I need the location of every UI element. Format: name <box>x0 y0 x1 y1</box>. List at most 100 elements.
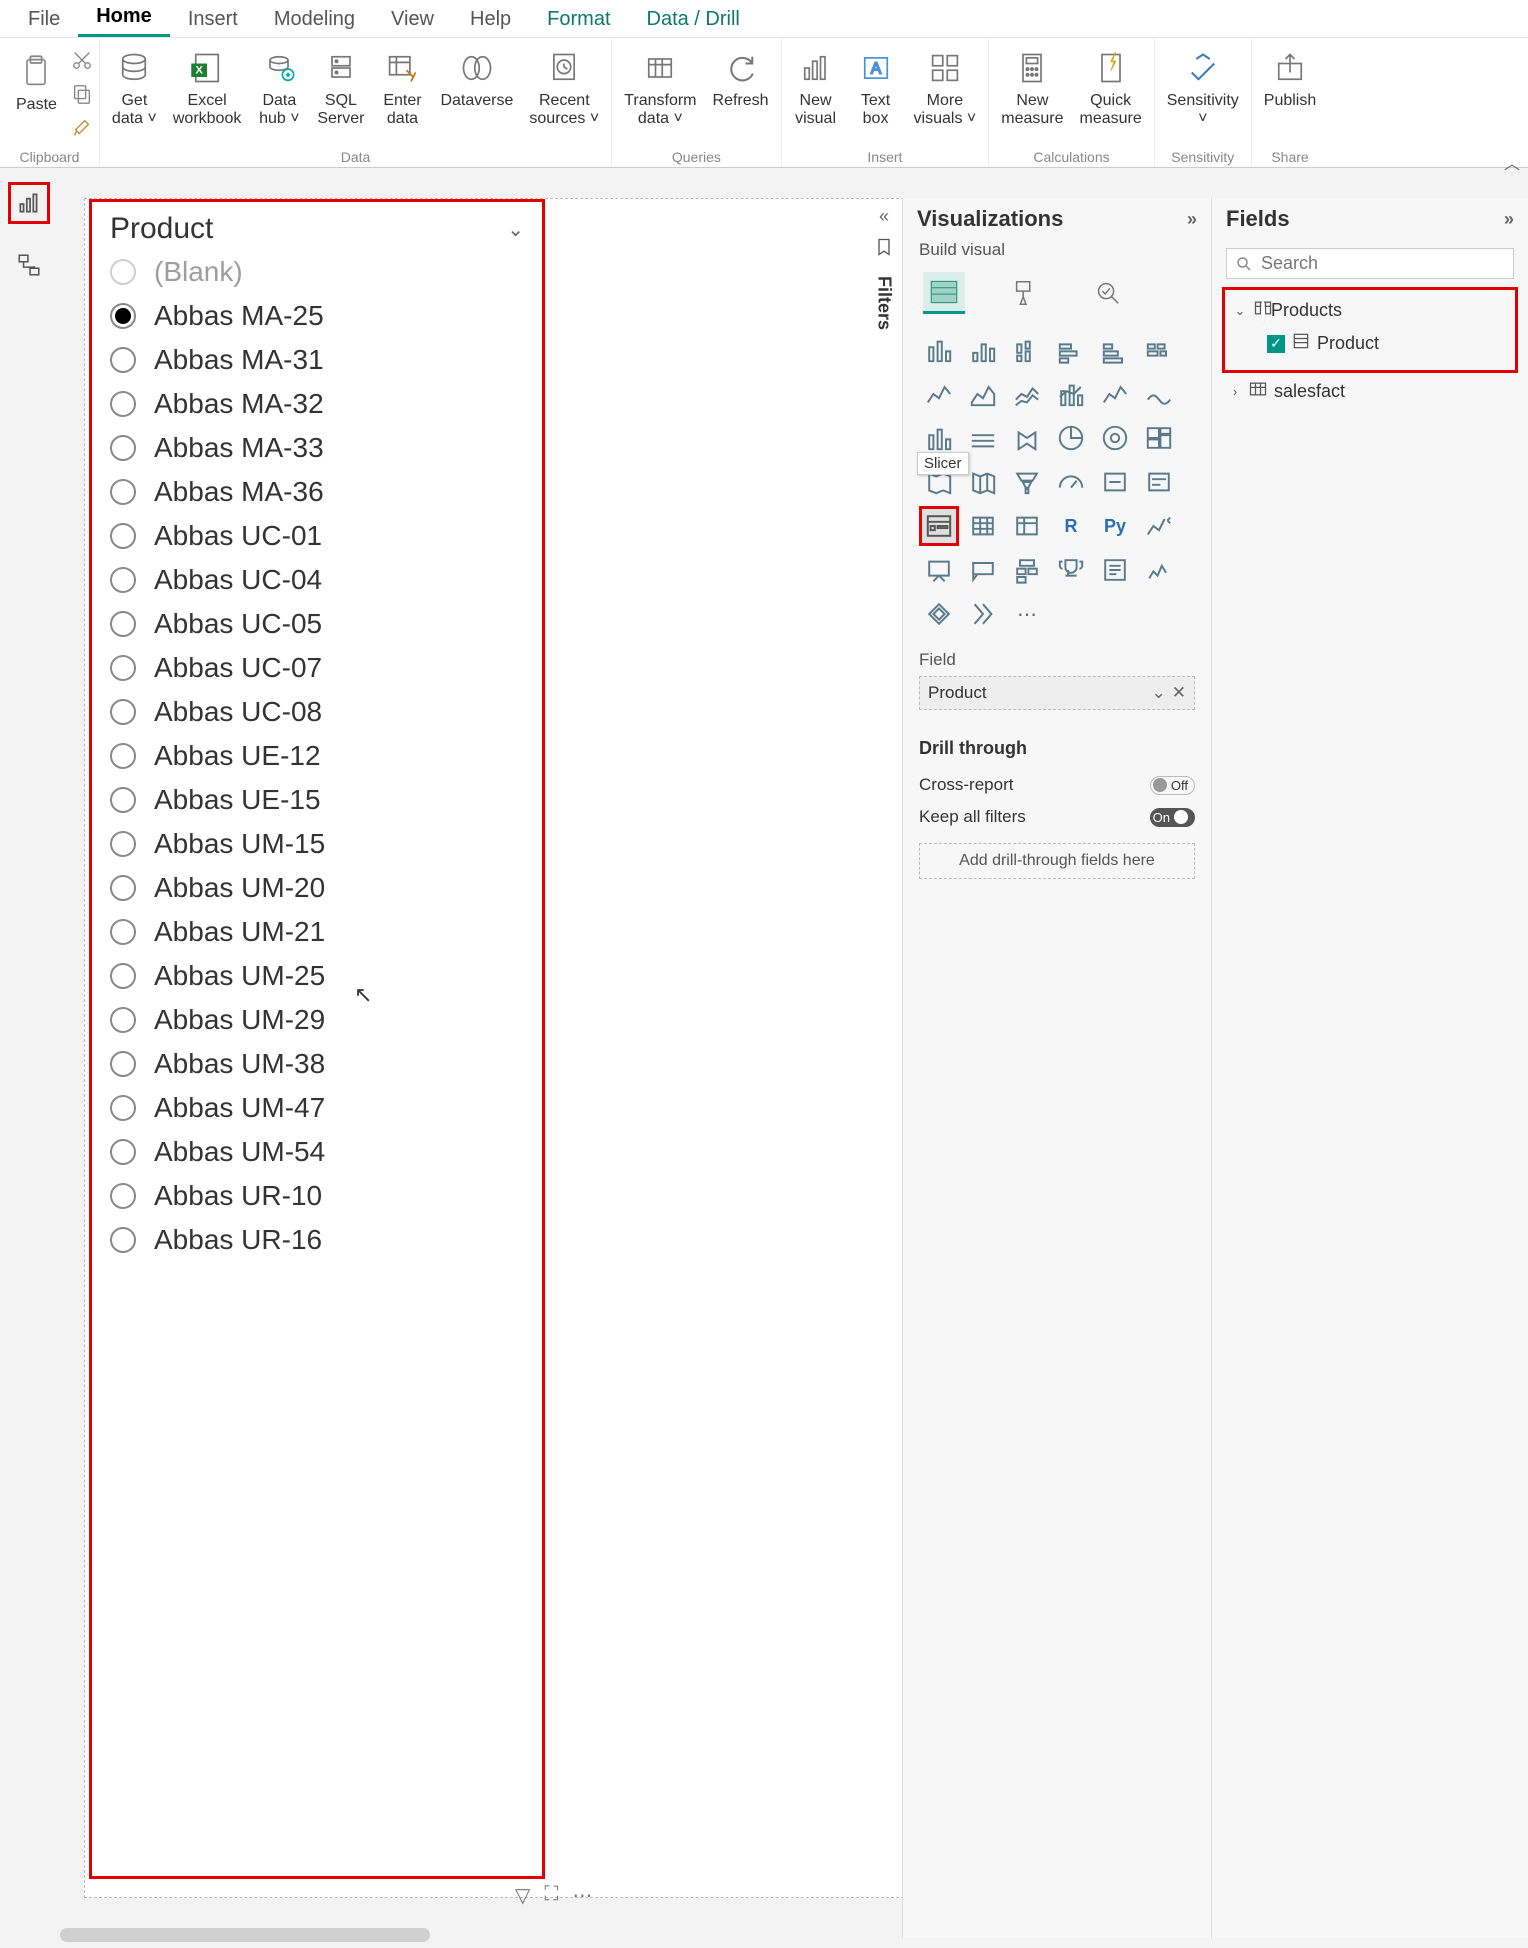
viz-type-2[interactable] <box>1007 330 1047 370</box>
tab-help[interactable]: Help <box>452 0 529 37</box>
sensitivity-button[interactable]: Sensitivity ˅ <box>1159 44 1247 147</box>
remove-field-icon[interactable]: ✕ <box>1172 683 1186 703</box>
transform-data-button[interactable]: Transform data ˅ <box>616 44 704 147</box>
new-measure-button[interactable]: New measure <box>993 44 1071 147</box>
filters-pane-collapsed[interactable]: « Filters <box>866 198 902 330</box>
format-painter-icon[interactable] <box>71 117 93 142</box>
cut-icon[interactable] <box>71 49 93 74</box>
slicer-item[interactable]: Abbas UM-54 <box>110 1130 538 1174</box>
viz-type-37[interactable] <box>963 594 1003 634</box>
fields-search[interactable]: Search <box>1226 248 1514 279</box>
slicer-item[interactable]: Abbas UM-21 <box>110 910 538 954</box>
collapse-pane-icon[interactable]: » <box>1187 209 1197 230</box>
viz-type-13[interactable] <box>963 418 1003 458</box>
drill-through-dropzone[interactable]: Add drill-through fields here <box>919 843 1195 879</box>
slicer-item[interactable]: Abbas UE-15 <box>110 778 538 822</box>
radio-icon[interactable] <box>110 699 136 725</box>
slicer-item[interactable]: Abbas MA-33 <box>110 426 538 470</box>
slicer-item[interactable]: Abbas UC-07 <box>110 646 538 690</box>
viz-type-17[interactable] <box>1139 418 1179 458</box>
focus-mode-icon[interactable]: ⛶ <box>544 1883 558 1908</box>
slicer-item[interactable]: Abbas UM-38 <box>110 1042 538 1086</box>
slicer-item[interactable]: Abbas UM-47 <box>110 1086 538 1130</box>
viz-type-26[interactable] <box>1007 506 1047 546</box>
radio-icon[interactable] <box>110 963 136 989</box>
slicer-item[interactable]: Abbas MA-32 <box>110 382 538 426</box>
get-data-button[interactable]: Get data ˅ <box>104 44 165 147</box>
report-view-button[interactable] <box>8 182 50 224</box>
slicer-item[interactable]: Abbas UC-01 <box>110 514 538 558</box>
filter-icon[interactable]: ▽ <box>515 1883 530 1908</box>
radio-icon[interactable] <box>110 1007 136 1033</box>
expand-left-icon[interactable]: « <box>879 206 889 227</box>
slicer-visual[interactable]: Product ⌄ (Blank)Abbas MA-25Abbas MA-31A… <box>89 199 545 1879</box>
radio-icon[interactable] <box>110 743 136 769</box>
tab-home[interactable]: Home <box>78 0 170 37</box>
viz-type-32[interactable] <box>1007 550 1047 590</box>
radio-icon[interactable] <box>110 831 136 857</box>
build-fields-mode[interactable] <box>923 272 965 314</box>
radio-icon[interactable] <box>110 919 136 945</box>
slicer-item[interactable]: Abbas UR-10 <box>110 1174 538 1218</box>
radio-icon[interactable] <box>110 523 136 549</box>
slicer-item[interactable]: Abbas UM-29 <box>110 998 538 1042</box>
radio-icon[interactable] <box>110 435 136 461</box>
field-chip-product[interactable]: Product ⌄ ✕ <box>919 676 1195 710</box>
collapse-pane-icon[interactable]: » <box>1504 209 1514 230</box>
copy-icon[interactable] <box>71 83 93 108</box>
slicer-item[interactable]: Abbas UM-15 <box>110 822 538 866</box>
chevron-down-icon[interactable]: ⌄ <box>1152 683 1166 703</box>
radio-icon[interactable] <box>110 303 136 329</box>
cross-report-toggle[interactable]: Off <box>1150 776 1195 795</box>
recent-sources-button[interactable]: Recent sources ˅ <box>521 44 607 147</box>
radio-icon[interactable] <box>110 655 136 681</box>
viz-type-6[interactable] <box>919 374 959 414</box>
tab-view[interactable]: View <box>373 0 452 37</box>
tab-data-drill[interactable]: Data / Drill <box>629 0 758 37</box>
viz-type-23[interactable] <box>1139 462 1179 502</box>
viz-type-35[interactable] <box>1139 550 1179 590</box>
radio-icon[interactable] <box>110 1051 136 1077</box>
new-visual-button[interactable]: New visual <box>786 44 846 147</box>
viz-slicer[interactable] <box>919 506 959 546</box>
radio-icon[interactable] <box>110 1139 136 1165</box>
slicer-item[interactable]: Abbas UE-12 <box>110 734 538 778</box>
analytics-mode[interactable] <box>1087 272 1129 314</box>
data-hub-button[interactable]: Data hub ˅ <box>249 44 309 147</box>
excel-workbook-button[interactable]: XExcel workbook <box>165 44 249 147</box>
viz-type-7[interactable] <box>963 374 1003 414</box>
radio-icon[interactable] <box>110 1095 136 1121</box>
quick-measure-button[interactable]: Quick measure <box>1072 44 1150 147</box>
viz-type-34[interactable] <box>1095 550 1135 590</box>
viz-type-31[interactable] <box>963 550 1003 590</box>
slicer-item[interactable]: Abbas UC-08 <box>110 690 538 734</box>
paste-button[interactable]: Paste <box>8 48 65 118</box>
viz-type-20[interactable] <box>1007 462 1047 502</box>
viz-python[interactable]: Py <box>1095 506 1135 546</box>
viz-type-36[interactable] <box>919 594 959 634</box>
slicer-item[interactable]: Abbas UC-05 <box>110 602 538 646</box>
slicer-item[interactable]: Abbas UR-16 <box>110 1218 538 1262</box>
tab-insert[interactable]: Insert <box>170 0 256 37</box>
viz-type-21[interactable] <box>1051 462 1091 502</box>
radio-icon[interactable] <box>110 347 136 373</box>
slicer-item[interactable]: Abbas UM-25 <box>110 954 538 998</box>
radio-icon[interactable] <box>110 787 136 813</box>
slicer-item[interactable]: Abbas UM-20 <box>110 866 538 910</box>
tab-modeling[interactable]: Modeling <box>256 0 373 37</box>
viz-type-4[interactable] <box>1095 330 1135 370</box>
viz-type-5[interactable] <box>1139 330 1179 370</box>
viz-type-22[interactable] <box>1095 462 1135 502</box>
viz-type-29[interactable] <box>1139 506 1179 546</box>
slicer-item[interactable]: (Blank) <box>110 250 538 294</box>
tab-file[interactable]: File <box>10 0 78 37</box>
report-page[interactable]: Product ⌄ (Blank)Abbas MA-25Abbas MA-31A… <box>84 198 914 1898</box>
radio-icon[interactable] <box>110 1227 136 1253</box>
format-mode[interactable] <box>1005 272 1047 314</box>
tab-format[interactable]: Format <box>529 0 628 37</box>
radio-icon[interactable] <box>110 259 136 285</box>
publish-button[interactable]: Publish <box>1256 44 1324 147</box>
radio-icon[interactable] <box>110 479 136 505</box>
radio-icon[interactable] <box>110 567 136 593</box>
sql-server-button[interactable]: SQL Server <box>309 44 372 147</box>
